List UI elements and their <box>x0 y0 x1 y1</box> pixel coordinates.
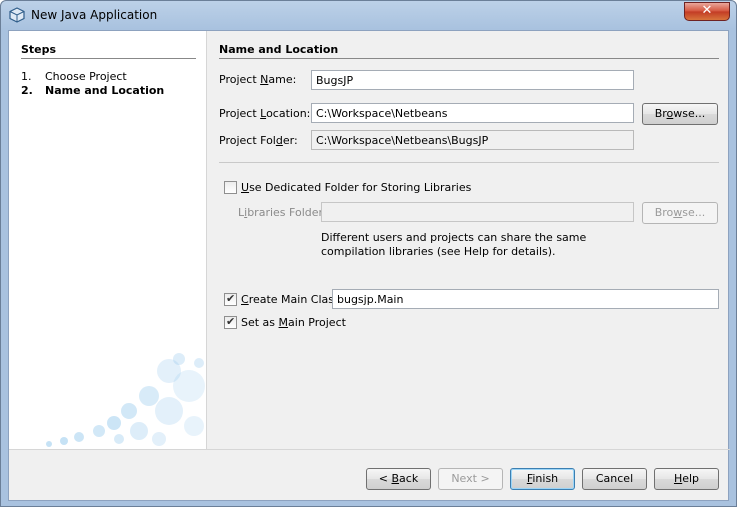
button-text: Br <box>654 107 667 120</box>
steps-title: Steps <box>21 43 57 56</box>
label-text: er: <box>282 134 298 147</box>
mnemonic-char: B <box>391 472 400 485</box>
libraries-folder-field[interactable] <box>321 202 634 222</box>
title-bar[interactable]: New Java Application ✕ <box>1 1 736 31</box>
help-button[interactable]: Help <box>654 468 719 490</box>
steps-panel: Steps 1. Choose Project 2. Name and Loca… <box>9 31 207 449</box>
button-text: wse... <box>673 107 706 120</box>
button-text: ack <box>399 472 419 485</box>
step-number: 1. <box>21 70 32 83</box>
label-text: Project Fol <box>219 134 276 147</box>
create-main-class-label[interactable]: Create Main Class <box>241 293 340 306</box>
browse-libraries-button[interactable]: Browse... <box>642 202 718 224</box>
label-text: ame: <box>268 73 297 86</box>
project-location-label: Project Location: <box>219 107 310 120</box>
step-number: 2. <box>21 84 33 97</box>
libraries-help-text: Different users and projects can share t… <box>321 231 587 258</box>
label-text: Project <box>219 73 261 86</box>
label-text: Project <box>219 107 261 120</box>
mnemonic-char: d <box>275 134 283 147</box>
button-text: < <box>378 472 392 485</box>
window-title: New Java Application <box>31 8 158 22</box>
mnemonic-char: w <box>673 206 683 219</box>
libraries-folder-label: Libraries Folder: <box>238 206 327 219</box>
dedicated-folder-checkbox[interactable] <box>224 181 237 194</box>
label-text: ain Project <box>288 316 346 329</box>
step-label: Choose Project <box>45 70 127 83</box>
project-name-label: Project Name: <box>219 73 296 86</box>
button-text: inish <box>532 472 559 485</box>
mnemonic-char: M <box>278 316 289 329</box>
label-text: se Dedicated Folder for Storing Librarie… <box>249 181 472 194</box>
mnemonic-char: C <box>241 293 249 306</box>
label-text: braries Folder: <box>247 206 327 219</box>
create-main-class-checkbox[interactable] <box>224 292 237 306</box>
project-folder-label: Project Folder: <box>219 134 298 147</box>
button-text: elp <box>682 472 700 485</box>
close-button[interactable]: ✕ <box>684 2 730 21</box>
button-text: se... <box>682 206 706 219</box>
set-main-project-checkbox[interactable] <box>224 315 237 329</box>
button-bar-divider <box>9 449 730 450</box>
main-class-field[interactable]: bugsjp.Main <box>332 289 719 309</box>
set-main-project-label[interactable]: Set as Main Project <box>241 316 346 329</box>
name-and-location-panel: Name and Location Project Name: BugsJP P… <box>207 31 730 449</box>
mnemonic-char: H <box>673 472 683 485</box>
label-text: reate Main Class <box>248 293 340 306</box>
separator <box>219 162 719 163</box>
label-text: ocation: <box>266 107 311 120</box>
dialog-window: New Java Application ✕ Steps 1. Choose P… <box>0 0 737 507</box>
decorative-bubbles-image <box>46 353 205 447</box>
label-text: Set as <box>241 316 279 329</box>
section-divider <box>219 58 719 59</box>
steps-divider <box>21 58 196 59</box>
cancel-button[interactable]: Cancel <box>582 468 647 490</box>
dialog-client-area: Steps 1. Choose Project 2. Name and Loca… <box>8 30 730 501</box>
mnemonic-char: U <box>241 181 250 194</box>
netbeans-cube-icon <box>9 7 25 23</box>
browse-location-button[interactable]: Browse... <box>642 103 718 125</box>
back-button[interactable]: < Back <box>366 468 431 490</box>
step-label: Name and Location <box>45 84 165 97</box>
section-title: Name and Location <box>219 43 339 56</box>
project-location-field[interactable]: C:\Workspace\Netbeans <box>311 103 634 123</box>
close-icon: ✕ <box>701 3 713 18</box>
project-folder-field[interactable]: C:\Workspace\Netbeans\BugsJP <box>311 130 634 150</box>
project-name-field[interactable]: BugsJP <box>311 70 634 90</box>
dedicated-folder-label[interactable]: Use Dedicated Folder for Storing Librari… <box>241 181 471 194</box>
button-text: Bro <box>654 206 674 219</box>
finish-button[interactable]: Finish <box>510 468 575 490</box>
next-button[interactable]: Next > <box>438 468 503 490</box>
